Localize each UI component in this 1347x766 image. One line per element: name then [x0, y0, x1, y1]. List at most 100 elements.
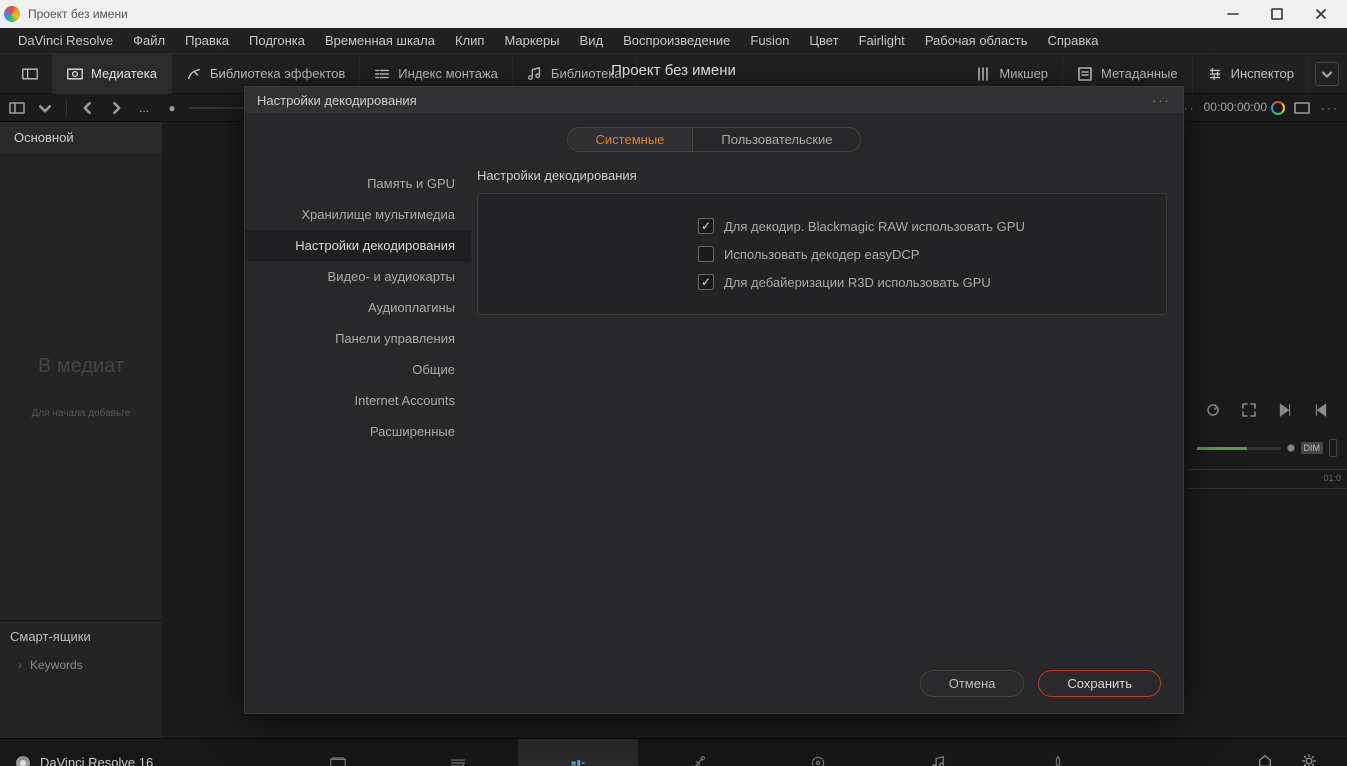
timecode-ring-icon — [1271, 101, 1285, 115]
tab-user[interactable]: Пользовательские — [692, 128, 860, 151]
menu-clip[interactable]: Клип — [445, 29, 494, 52]
nav-fwd-button[interactable] — [105, 98, 127, 118]
menu-bar: DaVinci Resolve Файл Правка Подгонка Вре… — [0, 28, 1347, 54]
home-button[interactable] — [1257, 753, 1273, 766]
label-r3d-gpu: Для дебайеризации R3D использовать GPU — [724, 275, 991, 290]
media-pool-panel: Основной В медиат Для начала добавьте См… — [0, 122, 162, 738]
page-fairlight[interactable] — [878, 739, 998, 766]
smart-bins-header[interactable]: Смарт-ящики — [0, 620, 162, 652]
page-color[interactable] — [758, 739, 878, 766]
minimize-button[interactable] — [1211, 0, 1255, 28]
mediapool-button[interactable]: Медиатека — [53, 54, 172, 94]
checkbox-easydcp[interactable] — [698, 246, 714, 262]
dropdown-icon[interactable] — [34, 98, 56, 118]
metadata-label: Метаданные — [1101, 66, 1178, 81]
menu-view[interactable]: Вид — [570, 29, 614, 52]
dialog-sidebar: Память и GPU Хранилище мультимедиа Настр… — [245, 162, 471, 654]
panel-layout-icon[interactable] — [6, 98, 28, 118]
loop-button[interactable] — [1205, 402, 1221, 421]
zoom-slider-dot[interactable]: ● — [161, 98, 183, 118]
maximize-button[interactable] — [1255, 0, 1299, 28]
page-media[interactable] — [278, 739, 398, 766]
editindex-label: Индекс монтажа — [398, 66, 498, 81]
menu-help[interactable]: Справка — [1037, 29, 1108, 52]
side-decode-options[interactable]: Настройки декодирования — [245, 230, 471, 261]
timecode: 00:00:00:00 — [1204, 100, 1285, 115]
next-button[interactable] — [1277, 402, 1293, 421]
menu-fairlight[interactable]: Fairlight — [849, 29, 915, 52]
menu-davinci[interactable]: DaVinci Resolve — [8, 29, 123, 52]
volume-handle[interactable] — [1287, 444, 1295, 452]
side-control-panels[interactable]: Панели управления — [245, 323, 471, 354]
ruler-tick: 01:0 — [1323, 473, 1341, 483]
bin-tab-master[interactable]: Основной — [0, 122, 162, 153]
checkbox-r3d-gpu[interactable] — [698, 274, 714, 290]
page-nav-bar: DaVinci Resolve 16 — [0, 738, 1347, 766]
timeline-ruler[interactable]: 01:0 — [1187, 469, 1347, 489]
menu-file[interactable]: Файл — [123, 29, 175, 52]
inspector-button[interactable]: Инспектор — [1193, 54, 1309, 94]
menu-edit[interactable]: Правка — [175, 29, 239, 52]
page-cut[interactable] — [398, 739, 518, 766]
breadcrumb[interactable]: ... — [133, 101, 155, 115]
dialog-content: Настройки декодирования Для декодир. Bla… — [471, 162, 1183, 654]
tab-system[interactable]: Системные — [568, 128, 693, 151]
menu-color[interactable]: Цвет — [799, 29, 848, 52]
resolve-logo-icon — [16, 756, 30, 766]
page-fusion[interactable] — [638, 739, 758, 766]
fxlib-label: Библиотека эффектов — [210, 66, 345, 81]
close-button[interactable] — [1299, 0, 1343, 28]
save-button[interactable]: Сохранить — [1038, 670, 1161, 697]
window-title: Проект без имени — [28, 7, 1211, 21]
page-buttons — [169, 739, 1227, 766]
cancel-button[interactable]: Отмена — [920, 670, 1025, 697]
label-easydcp: Использовать декодер easyDCP — [724, 247, 919, 262]
menu-playback[interactable]: Воспроизведение — [613, 29, 740, 52]
side-video-audio-io[interactable]: Видео- и аудиокарты — [245, 261, 471, 292]
mixer-label: Микшер — [999, 66, 1048, 81]
audio-meter-icon — [1329, 439, 1337, 457]
side-general[interactable]: Общие — [245, 354, 471, 385]
nav-back-button[interactable] — [77, 98, 99, 118]
menu-timeline[interactable]: Временная шкала — [315, 29, 445, 52]
side-internet-accounts[interactable]: Internet Accounts — [245, 385, 471, 416]
side-memory-gpu[interactable]: Память и GPU — [245, 168, 471, 199]
app-name-label: DaVinci Resolve 16 — [40, 755, 153, 766]
layout-toggle-button[interactable] — [8, 54, 53, 94]
smart-bin-keywords[interactable]: Keywords — [0, 652, 162, 678]
preferences-dialog: Настройки декодирования ··· Системные По… — [244, 86, 1184, 714]
side-audio-plugins[interactable]: Аудиоплагины — [245, 292, 471, 323]
viewer-settings-icon[interactable]: ··· — [1319, 98, 1341, 118]
page-deliver[interactable] — [998, 739, 1118, 766]
fullscreen-button[interactable] — [1241, 402, 1257, 421]
transport-controls — [1187, 402, 1347, 421]
zoom-slider[interactable] — [189, 107, 249, 109]
app-name: DaVinci Resolve 16 — [0, 755, 169, 766]
side-advanced[interactable]: Расширенные — [245, 416, 471, 447]
inspector-label: Инспектор — [1231, 66, 1294, 81]
menu-workspace[interactable]: Рабочая область — [915, 29, 1038, 52]
dialog-titlebar: Настройки декодирования ··· — [245, 87, 1183, 113]
decode-options-box: Для декодир. Blackmagic RAW использовать… — [477, 193, 1167, 315]
settings-button[interactable] — [1301, 753, 1317, 766]
dialog-title: Настройки декодирования — [257, 93, 417, 108]
menu-fusion[interactable]: Fusion — [740, 29, 799, 52]
dialog-more-button[interactable]: ··· — [1152, 93, 1171, 108]
volume-slider[interactable] — [1197, 447, 1281, 450]
prev-button[interactable] — [1313, 402, 1329, 421]
page-edit[interactable] — [518, 739, 638, 766]
viewer-mode-icon[interactable] — [1291, 98, 1313, 118]
checkbox-braw-gpu[interactable] — [698, 218, 714, 234]
dim-button[interactable]: DIM — [1301, 442, 1324, 454]
menu-markers[interactable]: Маркеры — [494, 29, 569, 52]
app-logo-icon — [4, 6, 20, 22]
window-titlebar: Проект без имени — [0, 0, 1347, 28]
section-heading: Настройки декодирования — [477, 168, 1167, 183]
mediapool-label: Медиатека — [91, 66, 157, 81]
label-braw-gpu: Для декодир. Blackmagic RAW использовать… — [724, 219, 1025, 234]
viewer-controls: DIM 01:0 — [1187, 122, 1347, 738]
side-media-storage[interactable]: Хранилище мультимедиа — [245, 199, 471, 230]
menu-trim[interactable]: Подгонка — [239, 29, 315, 52]
soundlib-label: Библиотека — [551, 66, 622, 81]
expand-button[interactable] — [1315, 62, 1339, 86]
